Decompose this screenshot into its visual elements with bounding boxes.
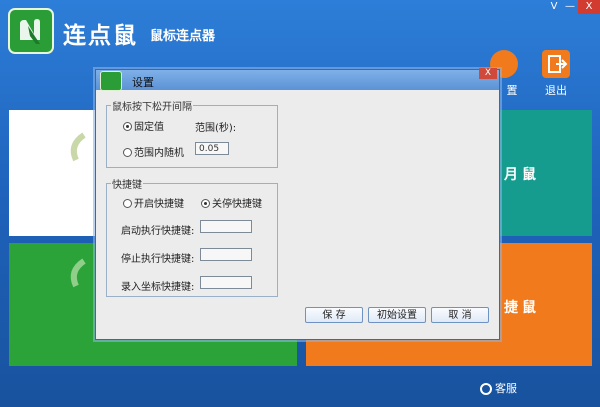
app-subtitle: 鼠标连点器: [150, 29, 216, 44]
record-hotkey-label: 录入坐标快捷键:: [121, 282, 195, 293]
exit-button[interactable]: 退出: [536, 50, 576, 98]
save-button[interactable]: 保 存: [305, 307, 363, 323]
start-hotkey-label: 启动执行快捷键:: [121, 226, 195, 237]
interval-group-title: 鼠标按下松开间隔: [111, 98, 193, 113]
support-icon: [480, 383, 492, 395]
enable-hotkey-radio[interactable]: 开启快捷键: [123, 195, 184, 210]
app-title: 连点鼠: [63, 23, 138, 49]
stop-hotkey-input[interactable]: [200, 248, 252, 261]
disable-hotkey-radio[interactable]: 关停快捷键: [201, 195, 262, 210]
cancel-button[interactable]: 取 消: [431, 307, 489, 323]
app-small-icon: [100, 71, 122, 91]
radio-icon: [123, 122, 132, 131]
random-label: 范围内随机: [134, 148, 184, 159]
random-radio[interactable]: 范围内随机: [123, 144, 184, 159]
settings-dialog: 设置 X 鼠标按下松开间隔 固定值 范围(秒): 范围内随机 0.05 快捷键 …: [95, 68, 500, 340]
dialog-close-button[interactable]: X: [479, 68, 497, 79]
dialog-titlebar[interactable]: 设置 X: [96, 68, 499, 91]
window-controls: V — X: [546, 0, 600, 14]
minimize-button[interactable]: —: [562, 0, 578, 14]
range-caption: 范围(秒):: [195, 123, 237, 134]
radio-icon: [123, 148, 132, 157]
app-logo: [8, 8, 54, 54]
hotkey-group: 快捷键 开启快捷键 关停快捷键 启动执行快捷键: 停止执行快捷键: 录入坐标快捷…: [106, 176, 278, 297]
reset-defaults-button[interactable]: 初始设置: [368, 307, 426, 323]
support-label: 客服: [495, 382, 517, 395]
support-button[interactable]: 客服: [480, 380, 517, 396]
hotkey-group-title: 快捷键: [111, 176, 143, 191]
enable-hotkey-label: 开启快捷键: [134, 199, 184, 210]
disable-hotkey-label: 关停快捷键: [212, 199, 262, 210]
exit-label: 退出: [545, 84, 567, 97]
dropdown-button[interactable]: V: [546, 0, 562, 14]
dialog-title: 设置: [132, 76, 154, 89]
main-window: V — X 连点鼠 鼠标连点器 置 退出 月鼠 捷鼠 客服 设置 X 鼠标按下松…: [0, 0, 600, 407]
stop-hotkey-label: 停止执行快捷键:: [121, 254, 195, 265]
fixed-radio[interactable]: 固定值: [123, 118, 164, 133]
exit-icon: [542, 50, 570, 78]
interval-group: 鼠标按下松开间隔 固定值 范围(秒): 范围内随机 0.05: [106, 98, 278, 168]
tile-bottom-right-label: 捷鼠: [504, 300, 540, 316]
fixed-label: 固定值: [134, 122, 164, 133]
hand-cursor-icon: [20, 19, 40, 44]
interval-value-input[interactable]: 0.05: [195, 142, 229, 155]
start-hotkey-input[interactable]: [200, 220, 252, 233]
close-button[interactable]: X: [578, 0, 600, 14]
radio-icon: [201, 199, 210, 208]
radio-icon: [123, 199, 132, 208]
record-hotkey-input[interactable]: [200, 276, 252, 289]
tile-top-right-label: 月鼠: [504, 167, 540, 183]
